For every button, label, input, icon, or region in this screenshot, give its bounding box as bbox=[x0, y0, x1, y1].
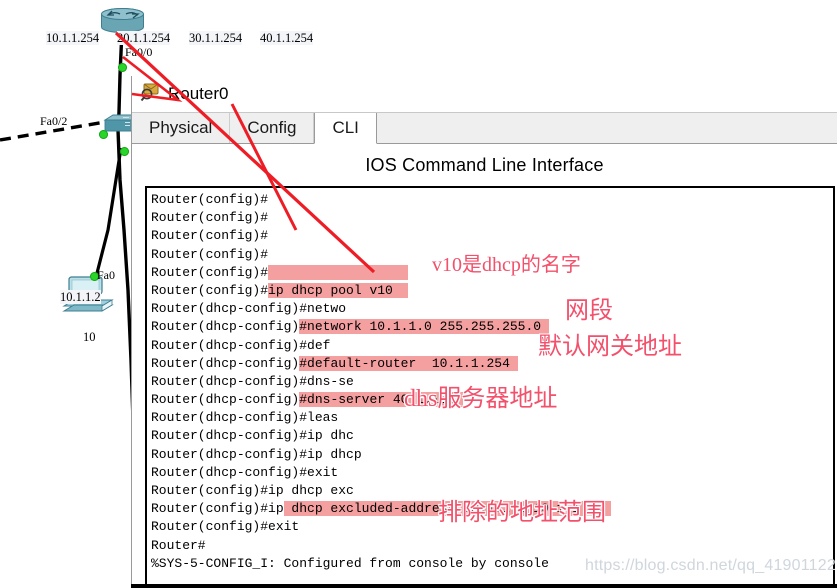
topo-ip-label-4[interactable]: 40.1.1.254 bbox=[260, 31, 314, 45]
terminal-line-highlight: #network 10.1.1.0 255.255.255.0 bbox=[299, 319, 549, 335]
terminal-line: Router(dhcp-config)#default-router 10.1.… bbox=[151, 355, 833, 373]
terminal-line-prompt: Router(dhcp-config)#netwo bbox=[151, 301, 347, 317]
cli-terminal-output[interactable]: Router(config)# Router(config)# Router(con… bbox=[145, 186, 835, 588]
terminal-line: Router(config)#exit bbox=[151, 518, 833, 536]
terminal-line: Router(config)# bbox=[151, 209, 833, 227]
watermark-text: https://blog.csdn.net/qq_41901122 bbox=[585, 557, 836, 574]
terminal-line-prompt: %SYS-5-CONFIG_I: Configured from console… bbox=[151, 555, 549, 571]
pc-vlan-label: 10 bbox=[83, 330, 96, 344]
bottom-rule bbox=[131, 584, 837, 588]
terminal-line-highlight bbox=[268, 264, 409, 280]
terminal-line: Router(config)# bbox=[151, 264, 833, 282]
terminal-line-highlight: #dns-server 40.1.1.1 bbox=[299, 392, 464, 408]
terminal-line-highlight: #default-router 10.1.1.254 bbox=[299, 355, 518, 371]
terminal-line: Router(config)# bbox=[151, 191, 833, 209]
tab-config[interactable]: Config bbox=[230, 113, 315, 143]
terminal-line-prompt: Router(dhcp-config)#ip dhcp bbox=[151, 446, 362, 462]
tab-physical[interactable]: Physical bbox=[132, 113, 231, 143]
terminal-line: Router(config)#ip dhcp exc bbox=[151, 482, 833, 500]
terminal-line: Router(config)#ip dhcp pool v10 bbox=[151, 282, 833, 300]
tab-cli[interactable]: CLI bbox=[314, 113, 377, 144]
terminal-line: Router(dhcp-config)#ip dhc bbox=[151, 427, 833, 445]
router-window-icon bbox=[140, 82, 162, 107]
terminal-line-highlight: dhcp excluded-address 10.1.1.1 10.1.1.99 bbox=[283, 501, 612, 517]
terminal-line: Router(config)#ip dhcp excluded-address … bbox=[151, 500, 833, 518]
tabstrip[interactable]: Physical Config CLI bbox=[132, 112, 837, 144]
terminal-line-prompt: Router(config)# bbox=[151, 264, 269, 280]
app-root: 10.1.1.254 20.1.1.254 30.1.1.254 40.1.1.… bbox=[0, 0, 837, 588]
terminal-line-prompt: Router(config)#exit bbox=[151, 519, 300, 535]
terminal-line-prompt: Router(config)#ip bbox=[151, 501, 284, 517]
terminal-line: Router(config)# bbox=[151, 246, 833, 264]
topo-ip-label-2[interactable]: 20.1.1.254 bbox=[117, 31, 171, 45]
terminal-line: Router(dhcp-config)#exit bbox=[151, 464, 833, 482]
link-status-dot-switch-uplink bbox=[120, 147, 129, 156]
router-config-window: Router0 Physical Config CLI IOS Command … bbox=[131, 76, 837, 588]
terminal-line-prompt: Router(config)#ip dhcp exc bbox=[151, 483, 354, 498]
pc-ip-label[interactable]: 10.1.1.2 bbox=[60, 290, 101, 304]
interface-label-fa0-0: Fa0/0 bbox=[125, 45, 153, 59]
cli-header-title: IOS Command Line Interface bbox=[365, 154, 604, 175]
terminal-line-prompt: Router(dhcp-config)#ip dhc bbox=[151, 428, 354, 444]
interface-label-fa0: Fa0 bbox=[97, 268, 115, 282]
terminal-line-prompt: Router(dhcp-config)#leas bbox=[151, 410, 339, 426]
link-status-dot-fa0-2 bbox=[99, 130, 108, 139]
link-status-dot-fa0-0 bbox=[118, 63, 127, 72]
terminal-line: Router# bbox=[151, 537, 833, 555]
window-titlebar: Router0 bbox=[132, 76, 837, 112]
terminal-line-prompt: Router(dhcp-config)#exit bbox=[151, 464, 339, 480]
terminal-line-prompt: Router(dhcp-config)#dns-se bbox=[151, 373, 354, 389]
terminal-line: Router(dhcp-config)#def bbox=[151, 337, 833, 355]
window-title: Router0 bbox=[168, 84, 229, 103]
terminal-line: Router(dhcp-config)#dns-server 40.1.1.1 bbox=[151, 391, 833, 409]
terminal-line: Router(config)# bbox=[151, 227, 833, 245]
terminal-line-prompt: Router(config)# bbox=[151, 282, 269, 298]
terminal-line-prompt: Router(config)# bbox=[151, 228, 269, 244]
interface-label-fa0-2: Fa0/2 bbox=[40, 114, 68, 128]
terminal-line-prompt: Router(config)# bbox=[151, 210, 269, 226]
terminal-line-prompt: Router(dhcp-config) bbox=[151, 319, 300, 335]
cli-header: IOS Command Line Interface bbox=[132, 144, 837, 186]
terminal-line: Router(dhcp-config)#netwo bbox=[151, 300, 833, 318]
terminal-line-prompt: Router(dhcp-config) bbox=[151, 355, 300, 371]
topo-ip-label-3[interactable]: 30.1.1.254 bbox=[189, 31, 243, 45]
terminal-line-prompt: Router(config)# bbox=[151, 246, 269, 262]
terminal-line: Router(dhcp-config)#network 10.1.1.0 255… bbox=[151, 318, 833, 336]
link-switch-pc bbox=[94, 147, 123, 278]
terminal-line-prompt: Router(config)# bbox=[151, 192, 269, 207]
terminal-line-prompt: Router(dhcp-config) bbox=[151, 392, 300, 408]
terminal-line-prompt: Router# bbox=[151, 537, 206, 553]
terminal-line-prompt: Router(dhcp-config)#def bbox=[151, 337, 331, 353]
terminal-line: Router(dhcp-config)#dns-se bbox=[151, 373, 833, 391]
terminal-line-highlight: ip dhcp pool v10 bbox=[268, 282, 409, 298]
terminal-line: Router(dhcp-config)#leas bbox=[151, 409, 833, 427]
terminal-line: Router(dhcp-config)#ip dhcp bbox=[151, 446, 833, 464]
topo-ip-label-1[interactable]: 10.1.1.254 bbox=[46, 31, 100, 45]
